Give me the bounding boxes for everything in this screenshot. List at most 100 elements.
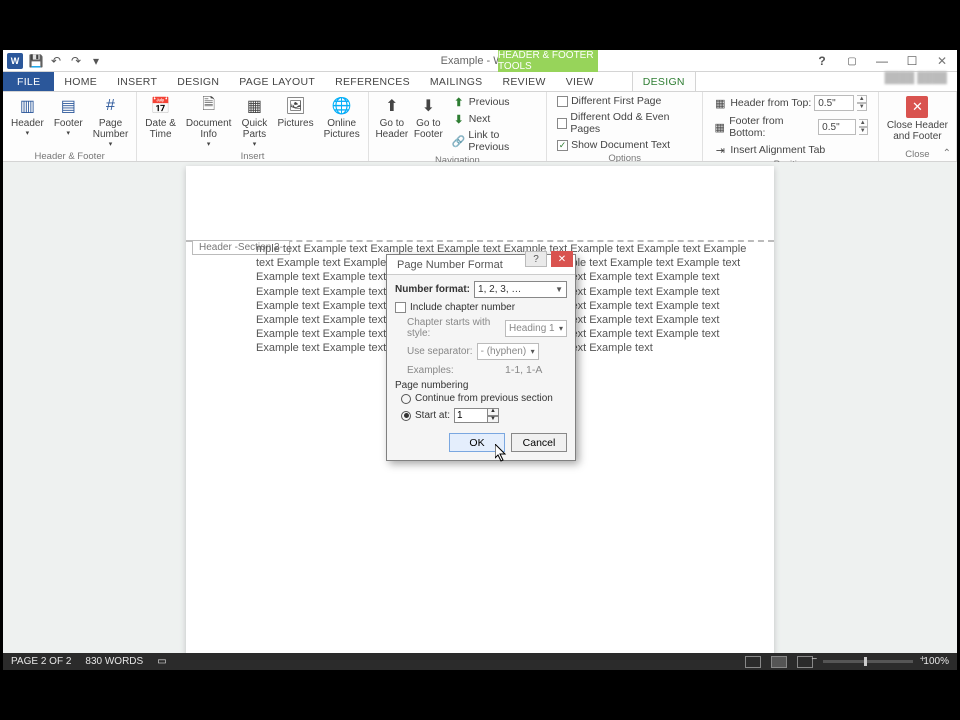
different-first-page-checkbox[interactable]: Different First Page	[555, 94, 694, 108]
calendar-icon: 📅	[151, 96, 171, 116]
minimize-button[interactable]: —	[867, 50, 897, 72]
checkbox-icon	[557, 118, 567, 129]
qat-dropdown-icon[interactable]: ▾	[89, 54, 103, 68]
start-at-input[interactable]	[454, 408, 488, 423]
status-page[interactable]: PAGE 2 OF 2	[11, 656, 71, 667]
status-bar: PAGE 2 OF 2 830 WORDS ▭ 100%	[3, 653, 957, 670]
online-pictures-button[interactable]: 🌐Online Pictures	[320, 94, 364, 150]
ok-button[interactable]: OK	[449, 433, 505, 452]
pictures-icon: 🖼	[286, 96, 306, 116]
tab-insert[interactable]: INSERT	[107, 72, 167, 91]
header-icon: ▥	[17, 96, 37, 116]
cancel-button[interactable]: Cancel	[511, 433, 567, 452]
header-from-top-field[interactable]: ▦Header from Top:0.5"▲▼	[711, 94, 870, 112]
date-time-button[interactable]: 📅Date & Time	[141, 94, 180, 150]
ruler-bottom-icon: ▦	[713, 120, 726, 134]
status-words[interactable]: 830 WORDS	[85, 656, 143, 667]
dialog-help-button[interactable]: ?	[525, 251, 547, 267]
page-numbering-heading: Page numbering	[395, 380, 567, 391]
close-header-footer-button[interactable]: ✕Close Header and Footer	[883, 94, 952, 148]
quick-access-toolbar: W 💾 ↶ ↷ ▾	[3, 53, 103, 69]
examples-value: 1-1, 1-A	[505, 364, 567, 376]
redo-icon[interactable]: ↷	[69, 54, 83, 68]
dialog-titlebar[interactable]: Page Number Format ? ✕	[387, 255, 575, 275]
ribbon-options-button[interactable]: ▢	[837, 50, 867, 72]
tab-design[interactable]: DESIGN	[167, 72, 229, 91]
page-number-format-dialog: Page Number Format ? ✕ Number format: 1,…	[386, 254, 576, 461]
header-button[interactable]: ▥Header▾	[7, 94, 48, 150]
close-icon: ✕	[906, 96, 928, 118]
footer-button[interactable]: ▤Footer▾	[50, 94, 87, 150]
zoom-slider[interactable]	[823, 660, 913, 663]
contextual-tab-label: HEADER & FOOTER TOOLS	[498, 50, 598, 72]
save-icon[interactable]: 💾	[29, 54, 43, 68]
pictures-button[interactable]: 🖼Pictures	[273, 94, 317, 150]
goto-header-icon: ⬆	[382, 96, 402, 116]
proofing-icon[interactable]: ▭	[157, 656, 166, 667]
radio-selected-icon	[401, 411, 411, 421]
checkbox-checked-icon	[557, 140, 568, 151]
close-button[interactable]: ✕	[927, 50, 957, 72]
tab-home[interactable]: HOME	[54, 72, 107, 91]
collapse-ribbon-button[interactable]: ⌃	[943, 148, 951, 159]
goto-header-button[interactable]: ⬆Go to Header	[373, 94, 411, 154]
ruler-top-icon: ▦	[713, 96, 727, 110]
print-layout-button[interactable]	[771, 656, 787, 668]
goto-footer-button[interactable]: ⬇Go to Footer	[411, 94, 446, 154]
chapter-style-label: Chapter starts with style:	[407, 317, 501, 339]
dialog-title: Page Number Format	[391, 259, 503, 271]
help-button[interactable]: ?	[807, 50, 837, 72]
tab-header-footer-design[interactable]: DESIGN	[632, 72, 696, 91]
footer-from-bottom-field[interactable]: ▦Footer from Bottom:0.5"▲▼	[711, 114, 870, 140]
examples-label: Examples:	[407, 365, 454, 376]
quick-parts-button[interactable]: ▦Quick Parts▾	[237, 94, 271, 150]
group-close-label: Close	[883, 148, 952, 161]
ribbon-tabs: FILE HOME INSERT DESIGN PAGE LAYOUT REFE…	[3, 72, 957, 92]
include-chapter-checkbox[interactable]: Include chapter number	[395, 302, 567, 313]
tab-file[interactable]: FILE	[3, 72, 54, 91]
continue-radio[interactable]: Continue from previous section	[395, 393, 567, 404]
zoom-level[interactable]: 100%	[923, 656, 949, 667]
number-format-combo[interactable]: 1, 2, 3, …▼	[474, 281, 567, 298]
tab-page-layout[interactable]: PAGE LAYOUT	[229, 72, 325, 91]
sign-in-area[interactable]: ████ ████	[885, 72, 957, 91]
doc-info-icon: 🗎	[199, 96, 219, 116]
checkbox-icon	[557, 96, 568, 107]
chapter-style-combo: Heading 1▾	[505, 320, 567, 337]
show-document-text-checkbox[interactable]: Show Document Text	[555, 138, 694, 152]
previous-button[interactable]: ⬆Previous	[450, 94, 538, 110]
spin-up-icon[interactable]: ▲	[488, 408, 499, 416]
separator-label: Use separator:	[407, 346, 473, 357]
link-to-previous-button[interactable]: 🔗Link to Previous	[450, 128, 538, 154]
tab-review[interactable]: REVIEW	[492, 72, 555, 91]
checkbox-icon	[395, 302, 406, 313]
number-format-label: Number format:	[395, 284, 470, 295]
insert-alignment-tab-button[interactable]: ⇥Insert Alignment Tab	[711, 142, 870, 158]
page-number-button[interactable]: #Page Number▾	[89, 94, 133, 150]
read-mode-button[interactable]	[745, 656, 761, 668]
align-tab-icon: ⇥	[713, 143, 727, 157]
footer-icon: ▤	[58, 96, 78, 116]
quick-parts-icon: ▦	[244, 96, 264, 116]
link-icon: 🔗	[452, 134, 466, 148]
start-at-spinner[interactable]: ▲▼	[454, 408, 499, 423]
tab-references[interactable]: REFERENCES	[325, 72, 420, 91]
start-at-radio[interactable]: Start at: ▲▼	[395, 408, 567, 423]
word-icon: W	[7, 53, 23, 69]
goto-footer-icon: ⬇	[418, 96, 438, 116]
radio-icon	[401, 394, 411, 404]
dialog-close-button[interactable]: ✕	[551, 251, 573, 267]
undo-icon[interactable]: ↶	[49, 54, 63, 68]
maximize-button[interactable]: ☐	[897, 50, 927, 72]
tab-mailings[interactable]: MAILINGS	[420, 72, 493, 91]
tab-view[interactable]: VIEW	[556, 72, 604, 91]
previous-icon: ⬆	[452, 95, 466, 109]
ribbon: ▥Header▾ ▤Footer▾ #Page Number▾ Header &…	[3, 92, 957, 162]
online-pictures-icon: 🌐	[332, 96, 352, 116]
next-button[interactable]: ⬇Next	[450, 111, 538, 127]
spin-down-icon[interactable]: ▼	[488, 416, 499, 424]
different-odd-even-checkbox[interactable]: Different Odd & Even Pages	[555, 110, 694, 136]
page-number-icon: #	[101, 96, 121, 116]
document-info-button[interactable]: 🗎Document Info▾	[182, 94, 236, 150]
next-icon: ⬇	[452, 112, 466, 126]
